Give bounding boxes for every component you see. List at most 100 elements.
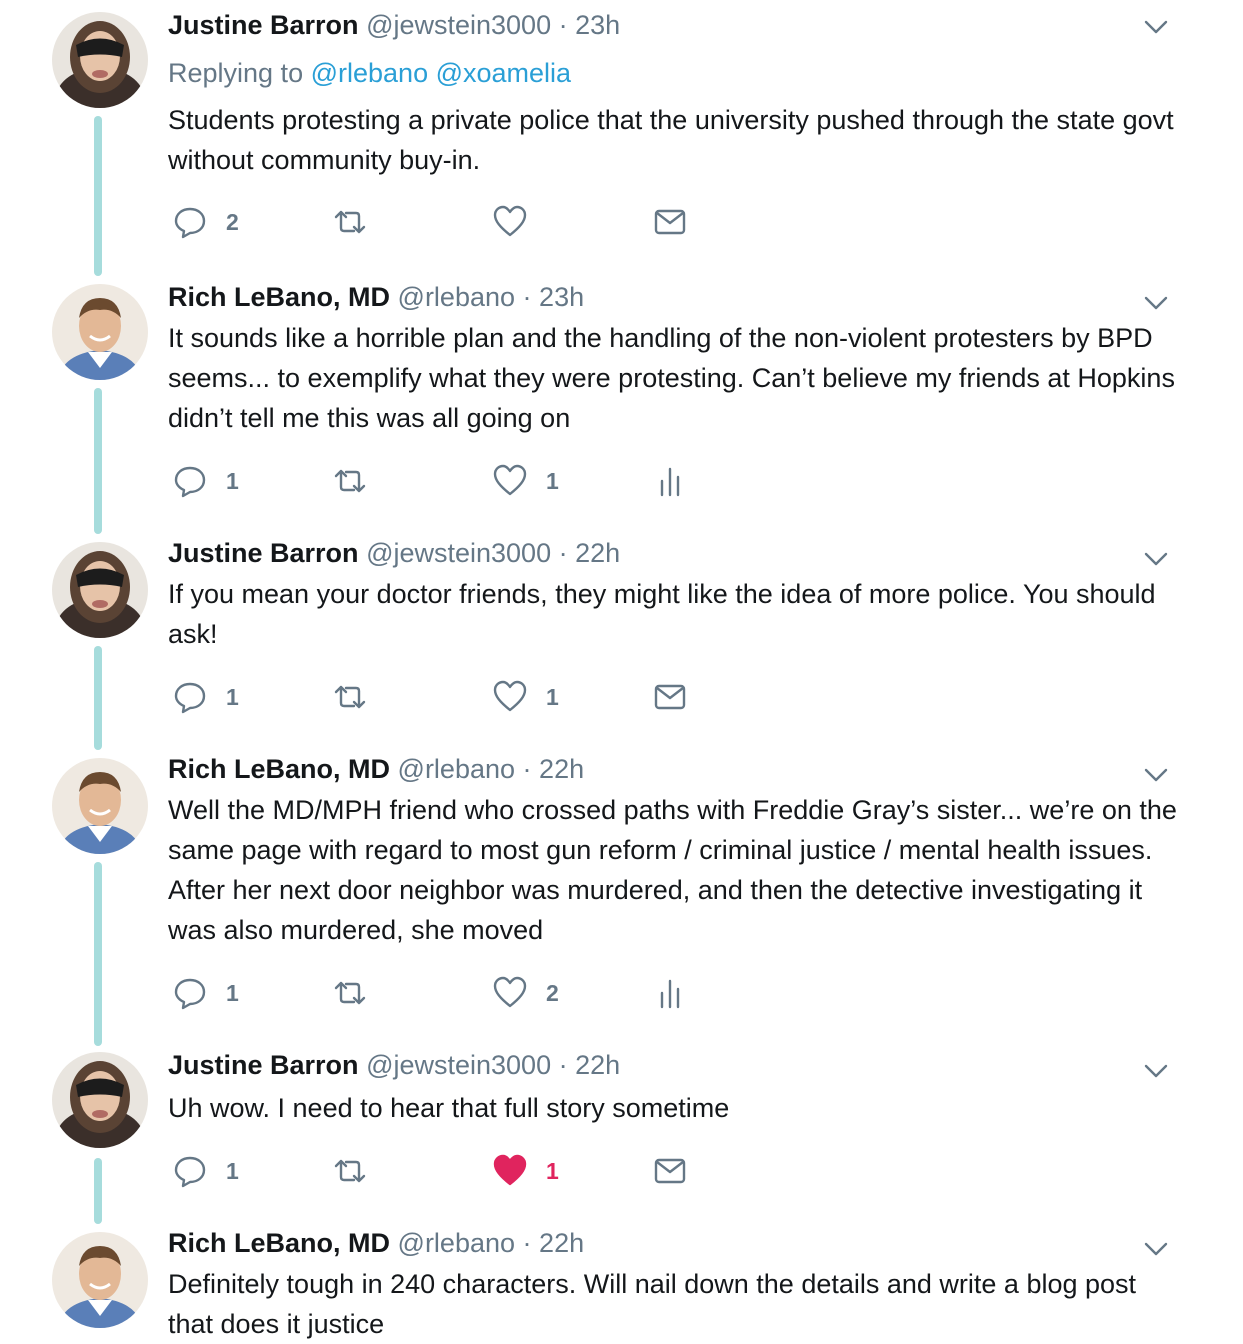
tweet-text: Students protesting a private police tha…	[168, 105, 1174, 175]
timestamp[interactable]: 22h	[539, 754, 584, 784]
retweet-button[interactable]	[332, 202, 386, 242]
tweet-header: Rich LeBano, MD @rlebano · 23h	[168, 280, 584, 314]
separator: ·	[522, 1228, 532, 1258]
reply-button[interactable]: 2	[172, 202, 239, 242]
tweet-actions: 2	[168, 202, 728, 242]
direct-message-button[interactable]	[652, 1151, 688, 1191]
avatar[interactable]	[52, 758, 148, 854]
chevron-down-icon[interactable]	[1140, 1058, 1172, 1082]
like-count: 2	[546, 979, 559, 1006]
tweet-actions: 1 1	[168, 677, 728, 717]
replying-to: Replying to @rlebano @xoamelia	[168, 56, 571, 90]
direct-message-button[interactable]	[652, 677, 688, 717]
separator: ·	[558, 1050, 568, 1080]
tweet-text: Uh wow. I need to hear that full story s…	[168, 1093, 730, 1123]
chevron-down-icon[interactable]	[1140, 14, 1172, 38]
tweet-header: Justine Barron @jewstein3000 · 23h	[168, 8, 620, 42]
tweet-header: Rich LeBano, MD @rlebano · 22h	[168, 1226, 584, 1260]
author-name[interactable]: Rich LeBano, MD	[168, 754, 390, 784]
tweet-actions: 1 2	[168, 973, 728, 1013]
tweet-header: Justine Barron @jewstein3000 · 22h	[168, 536, 620, 570]
chevron-down-icon[interactable]	[1140, 762, 1172, 786]
reply-button[interactable]: 1	[172, 973, 239, 1013]
chevron-down-icon[interactable]	[1140, 1236, 1172, 1260]
mention-link[interactable]: @rlebano	[311, 58, 428, 88]
like-button[interactable]: 1	[492, 1151, 559, 1191]
envelope-icon	[654, 684, 686, 710]
envelope-icon	[654, 209, 686, 235]
heart-icon	[493, 464, 527, 496]
retweet-icon	[334, 1159, 366, 1183]
like-button[interactable]	[492, 202, 546, 242]
direct-message-button[interactable]	[652, 202, 688, 242]
timestamp[interactable]: 22h	[539, 1228, 584, 1258]
tweet-header: Justine Barron @jewstein3000 · 22h	[168, 1048, 620, 1082]
like-button[interactable]: 2	[492, 973, 559, 1013]
author-name[interactable]: Justine Barron	[168, 538, 359, 568]
analytics-button[interactable]	[652, 973, 688, 1013]
mention-link[interactable]: @xoamelia	[436, 58, 571, 88]
avatar[interactable]	[52, 12, 148, 108]
replying-prefix: Replying to	[168, 58, 304, 88]
analytics-icon	[660, 467, 680, 497]
tweet-text: Definitely tough in 240 characters. Will…	[168, 1269, 1137, 1339]
reply-count: 2	[226, 208, 239, 235]
retweet-button[interactable]	[332, 973, 386, 1013]
author-name[interactable]: Rich LeBano, MD	[168, 1228, 390, 1258]
retweet-button[interactable]	[332, 677, 386, 717]
tweet-actions: 1 1	[168, 461, 728, 501]
avatar[interactable]	[52, 1232, 148, 1328]
chevron-down-icon[interactable]	[1140, 290, 1172, 314]
thread-line	[94, 388, 102, 534]
author-handle[interactable]: @jewstein3000	[366, 10, 551, 40]
author-handle[interactable]: @rlebano	[398, 1228, 515, 1258]
reply-count: 1	[226, 979, 239, 1006]
avatar[interactable]	[52, 542, 148, 638]
avatar[interactable]	[52, 284, 148, 380]
timestamp[interactable]: 22h	[575, 538, 620, 568]
retweet-icon	[334, 469, 366, 493]
reply-icon	[174, 682, 206, 714]
avatar[interactable]	[52, 1052, 148, 1148]
author-name[interactable]: Justine Barron	[168, 1050, 359, 1080]
reply-button[interactable]: 1	[172, 1151, 239, 1191]
author-name[interactable]: Justine Barron	[168, 10, 359, 40]
like-button[interactable]: 1	[492, 677, 559, 717]
author-handle[interactable]: @jewstein3000	[366, 538, 551, 568]
analytics-button[interactable]	[652, 461, 688, 501]
tweet-actions: 1 1	[168, 1151, 728, 1191]
retweet-icon	[334, 981, 366, 1005]
author-handle[interactable]: @rlebano	[398, 282, 515, 312]
retweet-button[interactable]	[332, 461, 386, 501]
avatar-image-justine	[52, 12, 148, 108]
like-count: 1	[546, 683, 559, 710]
reply-icon	[174, 978, 206, 1010]
timestamp[interactable]: 23h	[539, 282, 584, 312]
author-name[interactable]: Rich LeBano, MD	[168, 282, 390, 312]
author-handle[interactable]: @rlebano	[398, 754, 515, 784]
like-count: 1	[546, 467, 559, 494]
reply-count: 1	[226, 467, 239, 494]
heart-filled-icon	[493, 1154, 527, 1186]
separator: ·	[558, 10, 568, 40]
envelope-icon	[654, 1158, 686, 1184]
timestamp[interactable]: 23h	[575, 10, 620, 40]
reply-button[interactable]: 1	[172, 461, 239, 501]
avatar-image-justine	[52, 542, 148, 638]
tweet-text: If you mean your doctor friends, they mi…	[168, 579, 1156, 649]
author-handle[interactable]: @jewstein3000	[366, 1050, 551, 1080]
avatar-image-rich	[52, 758, 148, 854]
avatar-image-rich	[52, 284, 148, 380]
like-button[interactable]: 1	[492, 461, 559, 501]
thread-line	[94, 1158, 102, 1224]
reply-icon	[174, 207, 206, 239]
retweet-button[interactable]	[332, 1151, 386, 1191]
heart-icon	[493, 680, 527, 712]
timestamp[interactable]: 22h	[575, 1050, 620, 1080]
chevron-down-icon[interactable]	[1140, 546, 1172, 570]
separator: ·	[522, 282, 532, 312]
tweet-header: Rich LeBano, MD @rlebano · 22h	[168, 752, 584, 786]
tweet-text: Well the MD/MPH friend who crossed paths…	[168, 795, 1177, 945]
retweet-icon	[334, 210, 366, 234]
reply-button[interactable]: 1	[172, 677, 239, 717]
